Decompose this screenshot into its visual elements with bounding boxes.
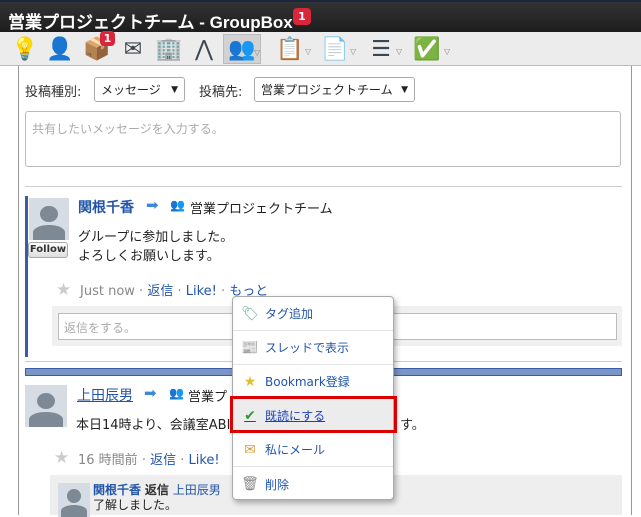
post-type-label: 投稿種別:	[25, 85, 82, 100]
home-box-badge: 1	[100, 31, 115, 46]
menu-label: スレッドで表示	[265, 341, 350, 355]
avatar[interactable]	[29, 198, 69, 240]
star-icon: ★	[243, 373, 257, 390]
star-icon[interactable]: ★	[54, 448, 69, 468]
reply-author[interactable]: 関根千香	[93, 483, 141, 497]
window-title: 営業プロジェクトチーム - GroupBox	[8, 13, 293, 32]
arrow-right-icon: ➡	[144, 384, 157, 402]
tag-add-icon: 🏷	[241, 305, 259, 322]
compass-icon[interactable]: ⋀	[189, 34, 219, 64]
post-text-end: す。	[400, 418, 425, 433]
user-icon[interactable]: 👤	[45, 34, 75, 64]
thread-icon: 📰	[241, 339, 259, 356]
trash-icon: 🗑	[241, 476, 259, 492]
dropdown-arrow-icon: ▼	[401, 84, 408, 95]
post-type-select[interactable]: メッセージ ▼	[94, 77, 185, 102]
menu-label: 私にメール	[265, 443, 326, 457]
unread-marker	[25, 196, 28, 357]
post-line: よろしくお願いします。	[78, 249, 220, 264]
dropdown-arrow-icon: ▼	[171, 84, 178, 95]
menu-label: タグ追加	[265, 307, 314, 321]
star-icon[interactable]: ★	[56, 280, 71, 300]
menu-item-mail-me[interactable]: ✉ 私にメール	[233, 433, 393, 467]
mail-icon[interactable]: ✉	[118, 34, 148, 64]
post-author[interactable]: 上田辰男	[77, 385, 133, 405]
menu-item-bookmark[interactable]: ★ Bookmark登録	[233, 365, 393, 399]
menu-item-thread-view[interactable]: 📰 スレッドで表示	[233, 331, 393, 365]
reply-to[interactable]: 上田辰男	[173, 483, 221, 497]
like-link[interactable]: Like!	[189, 453, 220, 468]
arrow-right-icon: ➡	[146, 196, 159, 214]
lightbulb-icon[interactable]: 💡	[10, 34, 40, 64]
post-line: グループに参加しました。	[78, 230, 234, 245]
message-input[interactable]: 共有したいメッセージを入力する。	[25, 111, 621, 167]
divider	[25, 186, 622, 187]
post-target[interactable]: 営業プ	[188, 386, 227, 405]
notification-badge[interactable]: 1	[293, 8, 311, 25]
toolbar: 💡 👤 📦 1 ✉ 🏢 ⋀ 👥 ▽ 📋 ▽ 📄 ▽ ☰ ▽ ✅ ▽	[0, 31, 641, 66]
menu-label: Bookmark登録	[265, 375, 350, 389]
document-pin-icon[interactable]: 📄 ▽	[320, 34, 356, 64]
post-meta-row: 16 時間前 · 返信 · Like!	[78, 453, 220, 468]
reply-link[interactable]: 返信	[150, 453, 176, 468]
clipboard-user-icon[interactable]: 📋 ▽	[275, 34, 311, 64]
reply-text: 了解しました。	[93, 498, 178, 512]
destination-select[interactable]: 営業プロジェクトチーム ▼	[254, 77, 415, 102]
menu-label: 削除	[265, 477, 290, 492]
destination-label: 投稿先:	[199, 85, 243, 100]
reply-verb: 返信	[144, 483, 169, 497]
group-icon[interactable]: 👥 ▽	[223, 34, 261, 64]
mail-to-me-icon: ✉	[244, 441, 256, 458]
post-author[interactable]: 関根千香	[78, 197, 134, 217]
group-icon: 👥	[169, 386, 184, 400]
destination-value: 営業プロジェクトチーム	[261, 83, 393, 97]
like-link[interactable]: Like!	[186, 284, 217, 299]
post-time: Just now	[80, 284, 135, 299]
follow-button[interactable]: Follow	[28, 242, 68, 258]
group-icon: 👥	[170, 198, 185, 212]
building-icon[interactable]: 🏢	[154, 34, 184, 64]
post-time: 16 時間前	[78, 453, 138, 468]
list-icon[interactable]: ☰ ▽	[366, 34, 402, 64]
avatar[interactable]	[58, 483, 90, 517]
avatar[interactable]	[25, 385, 67, 427]
home-box-icon[interactable]: 📦 1	[82, 31, 115, 64]
menu-item-delete[interactable]: 🗑 削除	[233, 467, 393, 501]
title-bar: 営業プロジェクトチーム - GroupBox 1	[0, 0, 641, 32]
reply-link[interactable]: 返信	[147, 284, 173, 299]
post-target[interactable]: 営業プロジェクトチーム	[190, 198, 333, 217]
post-text: 本日14時より、会議室ABI	[76, 418, 231, 433]
highlight-box	[230, 396, 397, 433]
post-type-value: メッセージ	[101, 83, 161, 97]
checkbox-icon[interactable]: ✅ ▽	[412, 34, 450, 64]
menu-item-add-tag[interactable]: 🏷 タグ追加	[233, 297, 393, 331]
